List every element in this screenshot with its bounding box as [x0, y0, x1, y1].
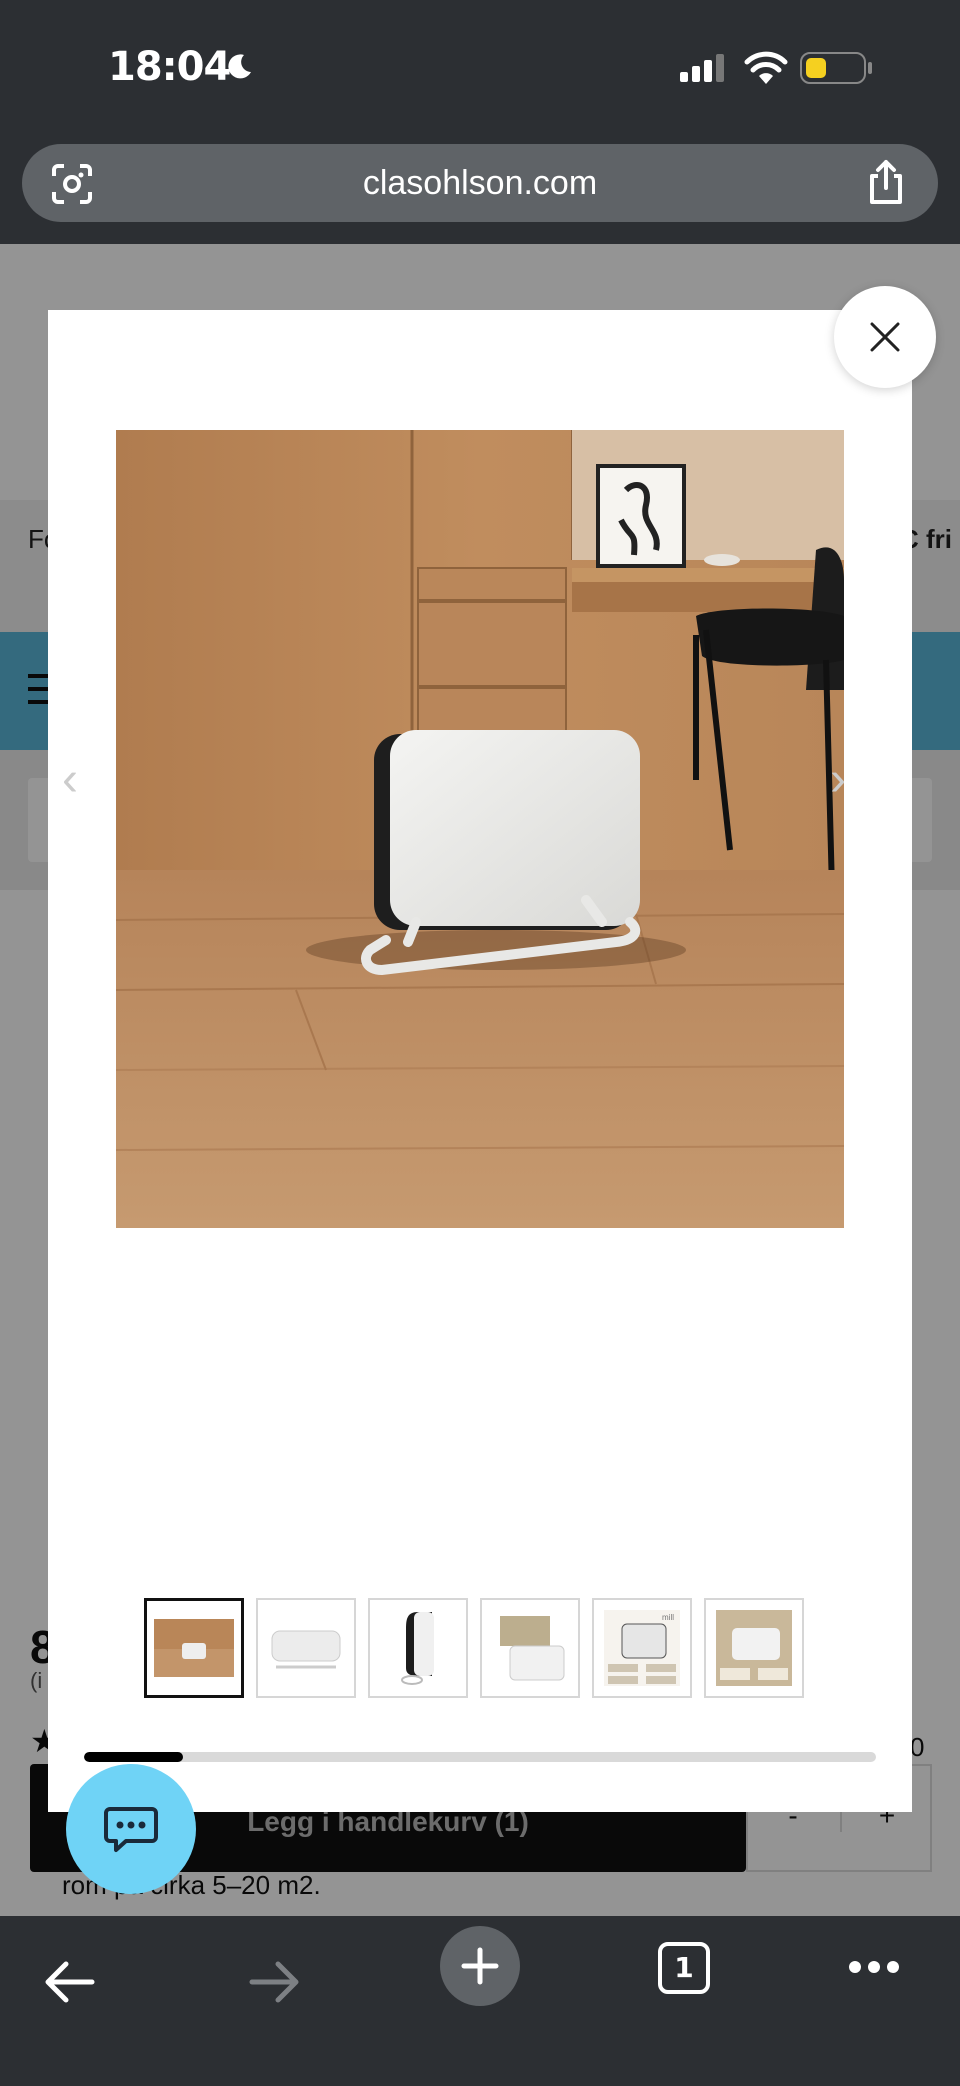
signal-icon — [680, 54, 724, 82]
thumbnail-6[interactable] — [704, 1598, 804, 1698]
battery-icon — [800, 52, 872, 84]
thumbnail-image-front — [271, 1630, 341, 1669]
thumbnail-image-dimensions — [716, 1610, 792, 1686]
thumbnail-strip: mill — [144, 1598, 804, 1698]
thumbnail-image-box — [500, 1616, 565, 1681]
image-gallery-modal: mill — [48, 310, 912, 1812]
share-icon[interactable] — [866, 158, 906, 206]
wifi-icon — [744, 51, 788, 84]
thumbnail-mill-text: mill — [662, 1613, 674, 1622]
status-time: 18:04 — [108, 44, 231, 90]
forward-arrow-icon[interactable] — [248, 1960, 302, 2004]
close-button[interactable] — [834, 286, 936, 388]
browser-toolbar: 1 — [0, 1916, 960, 2086]
gallery-scroll-progress[interactable] — [84, 1752, 876, 1762]
chat-button[interactable] — [66, 1764, 196, 1894]
url-bar[interactable]: clasohlson.com — [22, 144, 938, 222]
more-icon[interactable] — [848, 1960, 900, 1974]
thumbnail-image-features: mill — [604, 1610, 680, 1686]
thumbnail-image-room — [154, 1619, 234, 1677]
moon-icon — [228, 54, 251, 79]
product-main-image — [116, 430, 844, 1228]
status-bar: 18:04 clasohlson.com — [0, 0, 960, 222]
new-tab-button[interactable] — [440, 1926, 520, 2006]
thumbnail-4[interactable] — [480, 1598, 580, 1698]
url-text[interactable]: clasohlson.com — [22, 164, 938, 203]
thumbnail-image-side — [401, 1612, 434, 1685]
plus-icon — [461, 1947, 499, 1985]
chat-icon — [104, 1807, 158, 1852]
thumbnail-2[interactable] — [256, 1598, 356, 1698]
tabs-icon[interactable]: 1 — [658, 1942, 710, 1994]
gallery-scroll-progress-fill — [84, 1752, 183, 1762]
previous-image-arrow-icon[interactable]: ‹ — [62, 752, 78, 807]
next-image-arrow-icon[interactable]: › — [830, 752, 846, 807]
thumbnail-1[interactable] — [144, 1598, 244, 1698]
close-icon — [870, 322, 900, 352]
thumbnail-5[interactable]: mill — [592, 1598, 692, 1698]
back-arrow-icon[interactable] — [42, 1960, 96, 2004]
thumbnail-3[interactable] — [368, 1598, 468, 1698]
heater-photo — [116, 430, 844, 1228]
